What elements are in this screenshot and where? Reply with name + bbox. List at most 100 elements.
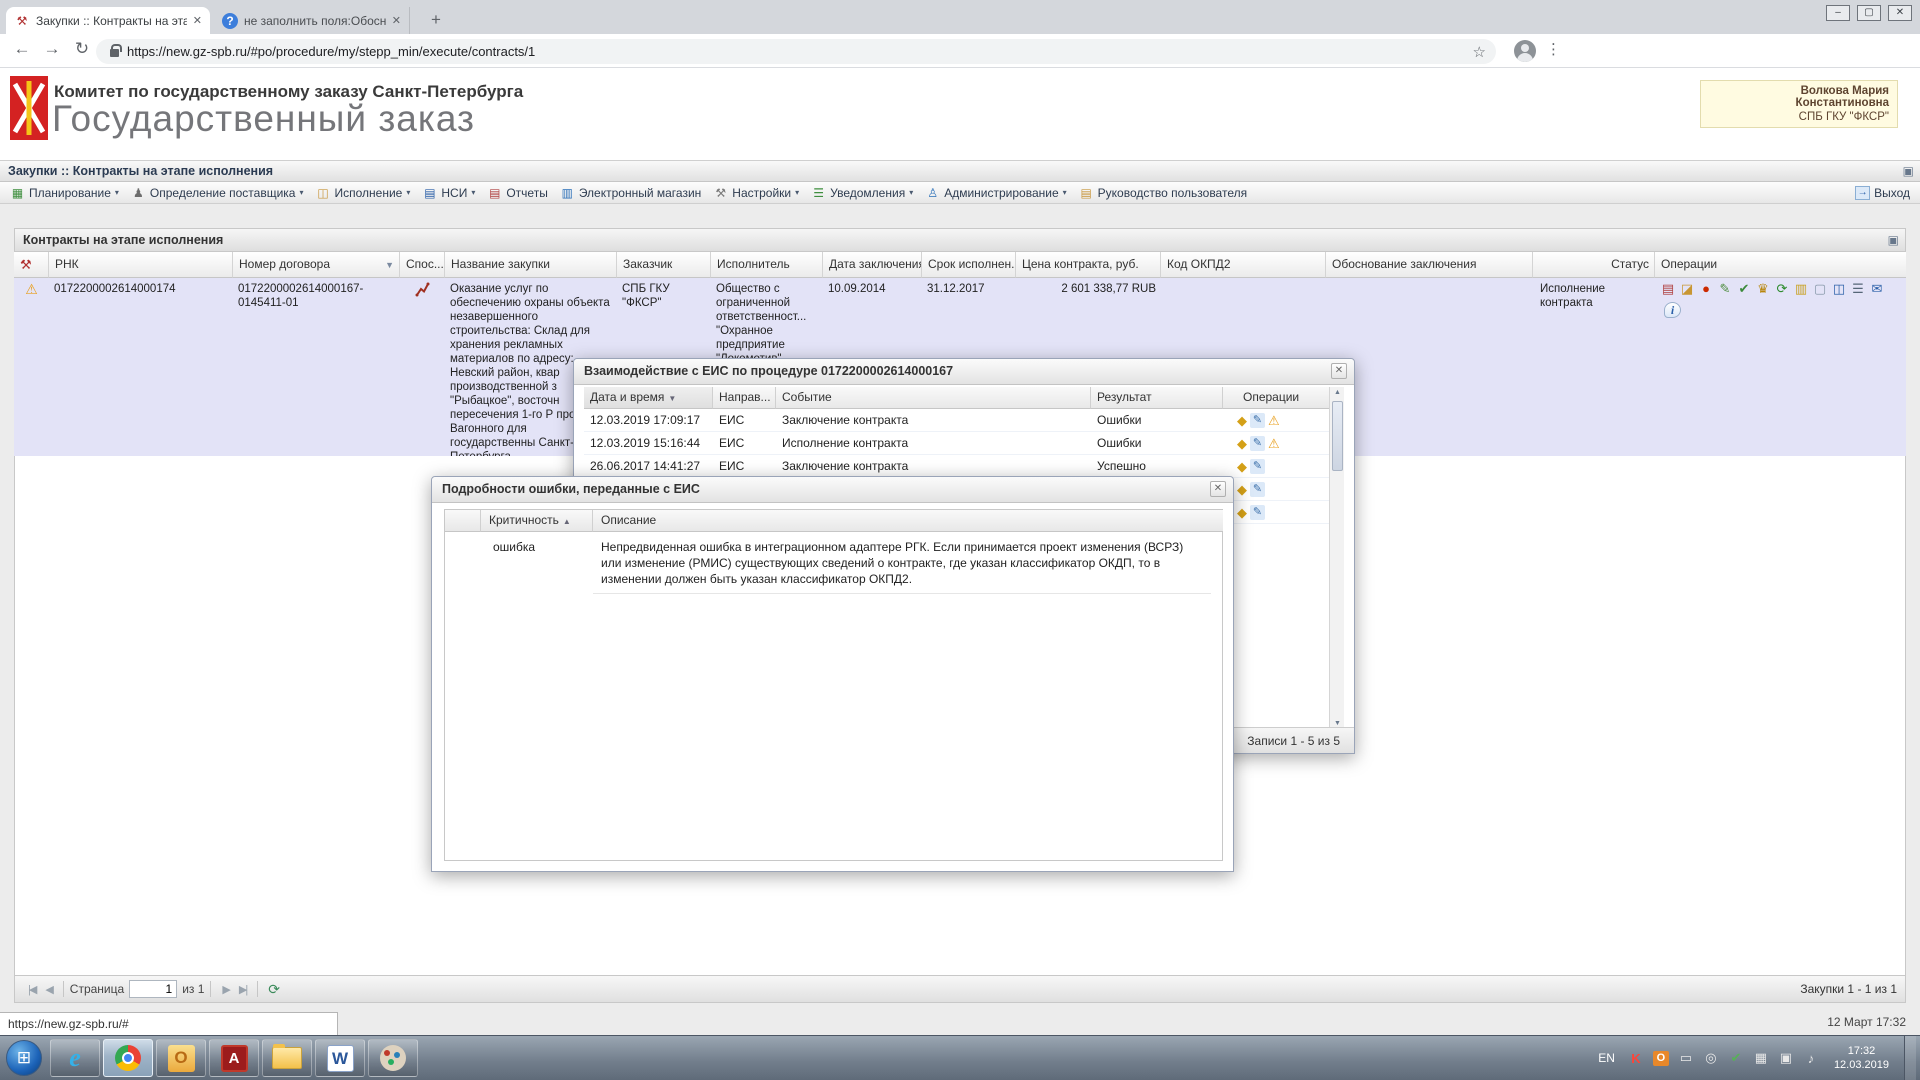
printer-icon[interactable]: ▭ [1678,1050,1694,1066]
column-header-contract-number[interactable]: Номер договора▼ [233,252,400,278]
column-header-method[interactable]: Спос... [400,252,445,278]
document-icon[interactable]: ▢ [1812,281,1828,297]
browser-menu-icon[interactable]: ⋮ [1546,40,1561,58]
column-header-icon[interactable]: ⚒ [14,252,49,278]
cell-event[interactable]: Исполнение контракта [776,432,1091,455]
outlook-tray-icon[interactable]: O [1653,1051,1669,1066]
menu-user-manual[interactable]: ▤ Руководство пользователя [1073,182,1253,204]
stop-icon[interactable]: ● [1698,281,1714,297]
profile-avatar[interactable] [1514,40,1536,62]
document-edit-icon[interactable]: ✎ [1250,505,1265,520]
panel-tool-icon[interactable]: ▣ [1888,233,1899,247]
cell-rnk[interactable]: 0172200002614000174 [49,278,233,456]
messages-icon[interactable]: ✉ [1869,281,1885,297]
restore-panel-icon[interactable]: ▣ [1903,164,1914,178]
menu-planning[interactable]: ▦ Планирование ▾ [4,182,125,204]
bookmark-star-icon[interactable]: ☆ [1473,43,1486,61]
menu-logout[interactable]: → Выход [1849,182,1916,204]
document-edit-icon[interactable]: ✎ [1250,436,1265,451]
cell-result[interactable]: Ошибки [1091,432,1223,455]
tab-close-icon[interactable]: ✕ [392,14,401,27]
filter-icon[interactable]: ▼ [385,260,394,270]
scroll-icon[interactable]: ▥ [1793,281,1809,297]
column-header-result[interactable]: Результат [1091,387,1223,409]
column-header-datetime[interactable]: Дата и время▼ [584,387,713,409]
column-header-rnk[interactable]: РНК [49,252,233,278]
document-edit-icon[interactable]: ✎ [1250,413,1265,428]
refresh-icon[interactable]: ⟳ [268,981,280,998]
scroll-down-icon[interactable]: ▼ [1330,720,1345,727]
vertical-scrollbar[interactable]: ▲ ▼ [1329,387,1344,729]
cell-event[interactable]: Заключение контракта [776,409,1091,432]
accept-icon[interactable]: ✔ [1736,281,1752,297]
prev-page-button[interactable]: ◀ [45,983,51,996]
taskbar-outlook[interactable]: O [156,1039,206,1077]
menu-execution[interactable]: ◫ Исполнение ▾ [310,182,417,204]
warning-icon[interactable]: ⚠ [1268,436,1280,454]
scrollbar-thumb[interactable] [1332,401,1343,471]
column-header-operations[interactable]: Операции [1655,252,1906,278]
taskbar-chrome[interactable] [103,1039,153,1077]
package-icon[interactable]: ◆ [1237,482,1247,500]
cell-result[interactable]: Успешно [1091,455,1223,478]
column-header-status[interactable]: Статус [1533,252,1655,278]
usb-eject-icon[interactable]: ✔ [1728,1050,1744,1066]
tab-help[interactable]: ? не заполнить поля:Обосновани ✕ [214,7,410,34]
language-indicator[interactable]: EN [1598,1051,1615,1065]
cell-direction[interactable]: ЕИС [713,409,776,432]
maximize-button[interactable]: ▢ [1857,5,1881,21]
cell-datetime[interactable]: 12.03.2019 15:16:44 [584,432,713,455]
column-header-name[interactable]: Название закупки [445,252,617,278]
last-page-button[interactable]: ▶| [239,983,246,996]
volume-icon[interactable]: ♪ [1803,1051,1819,1066]
menu-settings[interactable]: ⚒ Настройки ▾ [707,182,805,204]
report-icon[interactable]: ▤ [1660,281,1676,297]
close-window-button[interactable]: ✕ [1888,5,1912,21]
back-button[interactable]: ← [10,39,34,59]
column-header-okpd[interactable]: Код ОКПД2 [1161,252,1326,278]
next-page-button[interactable]: ▶ [222,983,228,996]
package-icon[interactable]: ◆ [1237,459,1247,477]
close-icon[interactable]: ✕ [1210,481,1226,497]
new-tab-button[interactable]: + [424,9,448,33]
column-header-direction[interactable]: Направ... [713,387,776,409]
taskbar-adobe-reader[interactable]: A [209,1039,259,1077]
column-header-customer[interactable]: Заказчик [617,252,711,278]
column-header-severity[interactable]: Критичность▲ [481,510,593,532]
taskbar-word[interactable]: W [315,1039,365,1077]
menu-supplier-determination[interactable]: ♟ Определение поставщика ▾ [125,182,310,204]
tab-contracts[interactable]: ⚒ Закупки :: Контракты на этапе и ✕ [6,7,210,34]
state-emblem-icon[interactable]: ♛ [1755,281,1771,297]
registry-books-icon[interactable]: ◫ [1831,281,1847,297]
cell-severity[interactable]: ошибка [481,532,593,554]
package-icon[interactable]: ◆ [1237,413,1247,431]
reload-button[interactable]: ↻ [70,39,94,59]
warning-icon[interactable]: ⚠ [1268,413,1280,431]
cell-direction[interactable]: ЕИС [713,432,776,455]
column-header-executor[interactable]: Исполнитель [711,252,823,278]
taskbar-paint[interactable] [368,1039,418,1077]
cell-datetime[interactable]: 12.03.2019 17:09:17 [584,409,713,432]
dialog-header[interactable]: Взаимодействие с ЕИС по процедуре 017220… [574,359,1354,385]
info-icon[interactable]: i [1664,302,1681,318]
document-edit-icon[interactable]: ✎ [1250,459,1265,474]
list-document-icon[interactable]: ☰ [1850,281,1866,297]
dialog-header[interactable]: Подробности ошибки, переданные с ЕИС ✕ [432,477,1233,503]
cell-contract-number[interactable]: 0172200002614000167-0145411-01 [233,278,400,456]
package-icon[interactable]: ◆ [1237,505,1247,523]
cell-datetime[interactable]: 26.06.2017 14:41:27 [584,455,713,478]
url-text[interactable]: https://new.gz-spb.ru/#po/procedure/my/s… [127,44,1473,59]
cell-status[interactable]: Исполнение контракта [1533,278,1655,456]
column-header-deadline[interactable]: Срок исполнен... [922,252,1016,278]
show-desktop-button[interactable] [1904,1036,1916,1080]
cell-result[interactable]: Ошибки [1091,409,1223,432]
column-header-event[interactable]: Событие [776,387,1091,409]
menu-notifications[interactable]: ☰ Уведомления ▾ [805,182,919,204]
package-icon[interactable]: ◆ [1237,436,1247,454]
cell-direction[interactable]: ЕИС [713,455,776,478]
display-icon[interactable]: ▦ [1753,1050,1769,1066]
forward-button[interactable]: → [40,39,64,59]
taskbar-internet-explorer[interactable]: e [50,1039,100,1077]
sync-icon[interactable]: ⟳ [1774,281,1790,297]
tab-close-icon[interactable]: ✕ [193,14,202,27]
